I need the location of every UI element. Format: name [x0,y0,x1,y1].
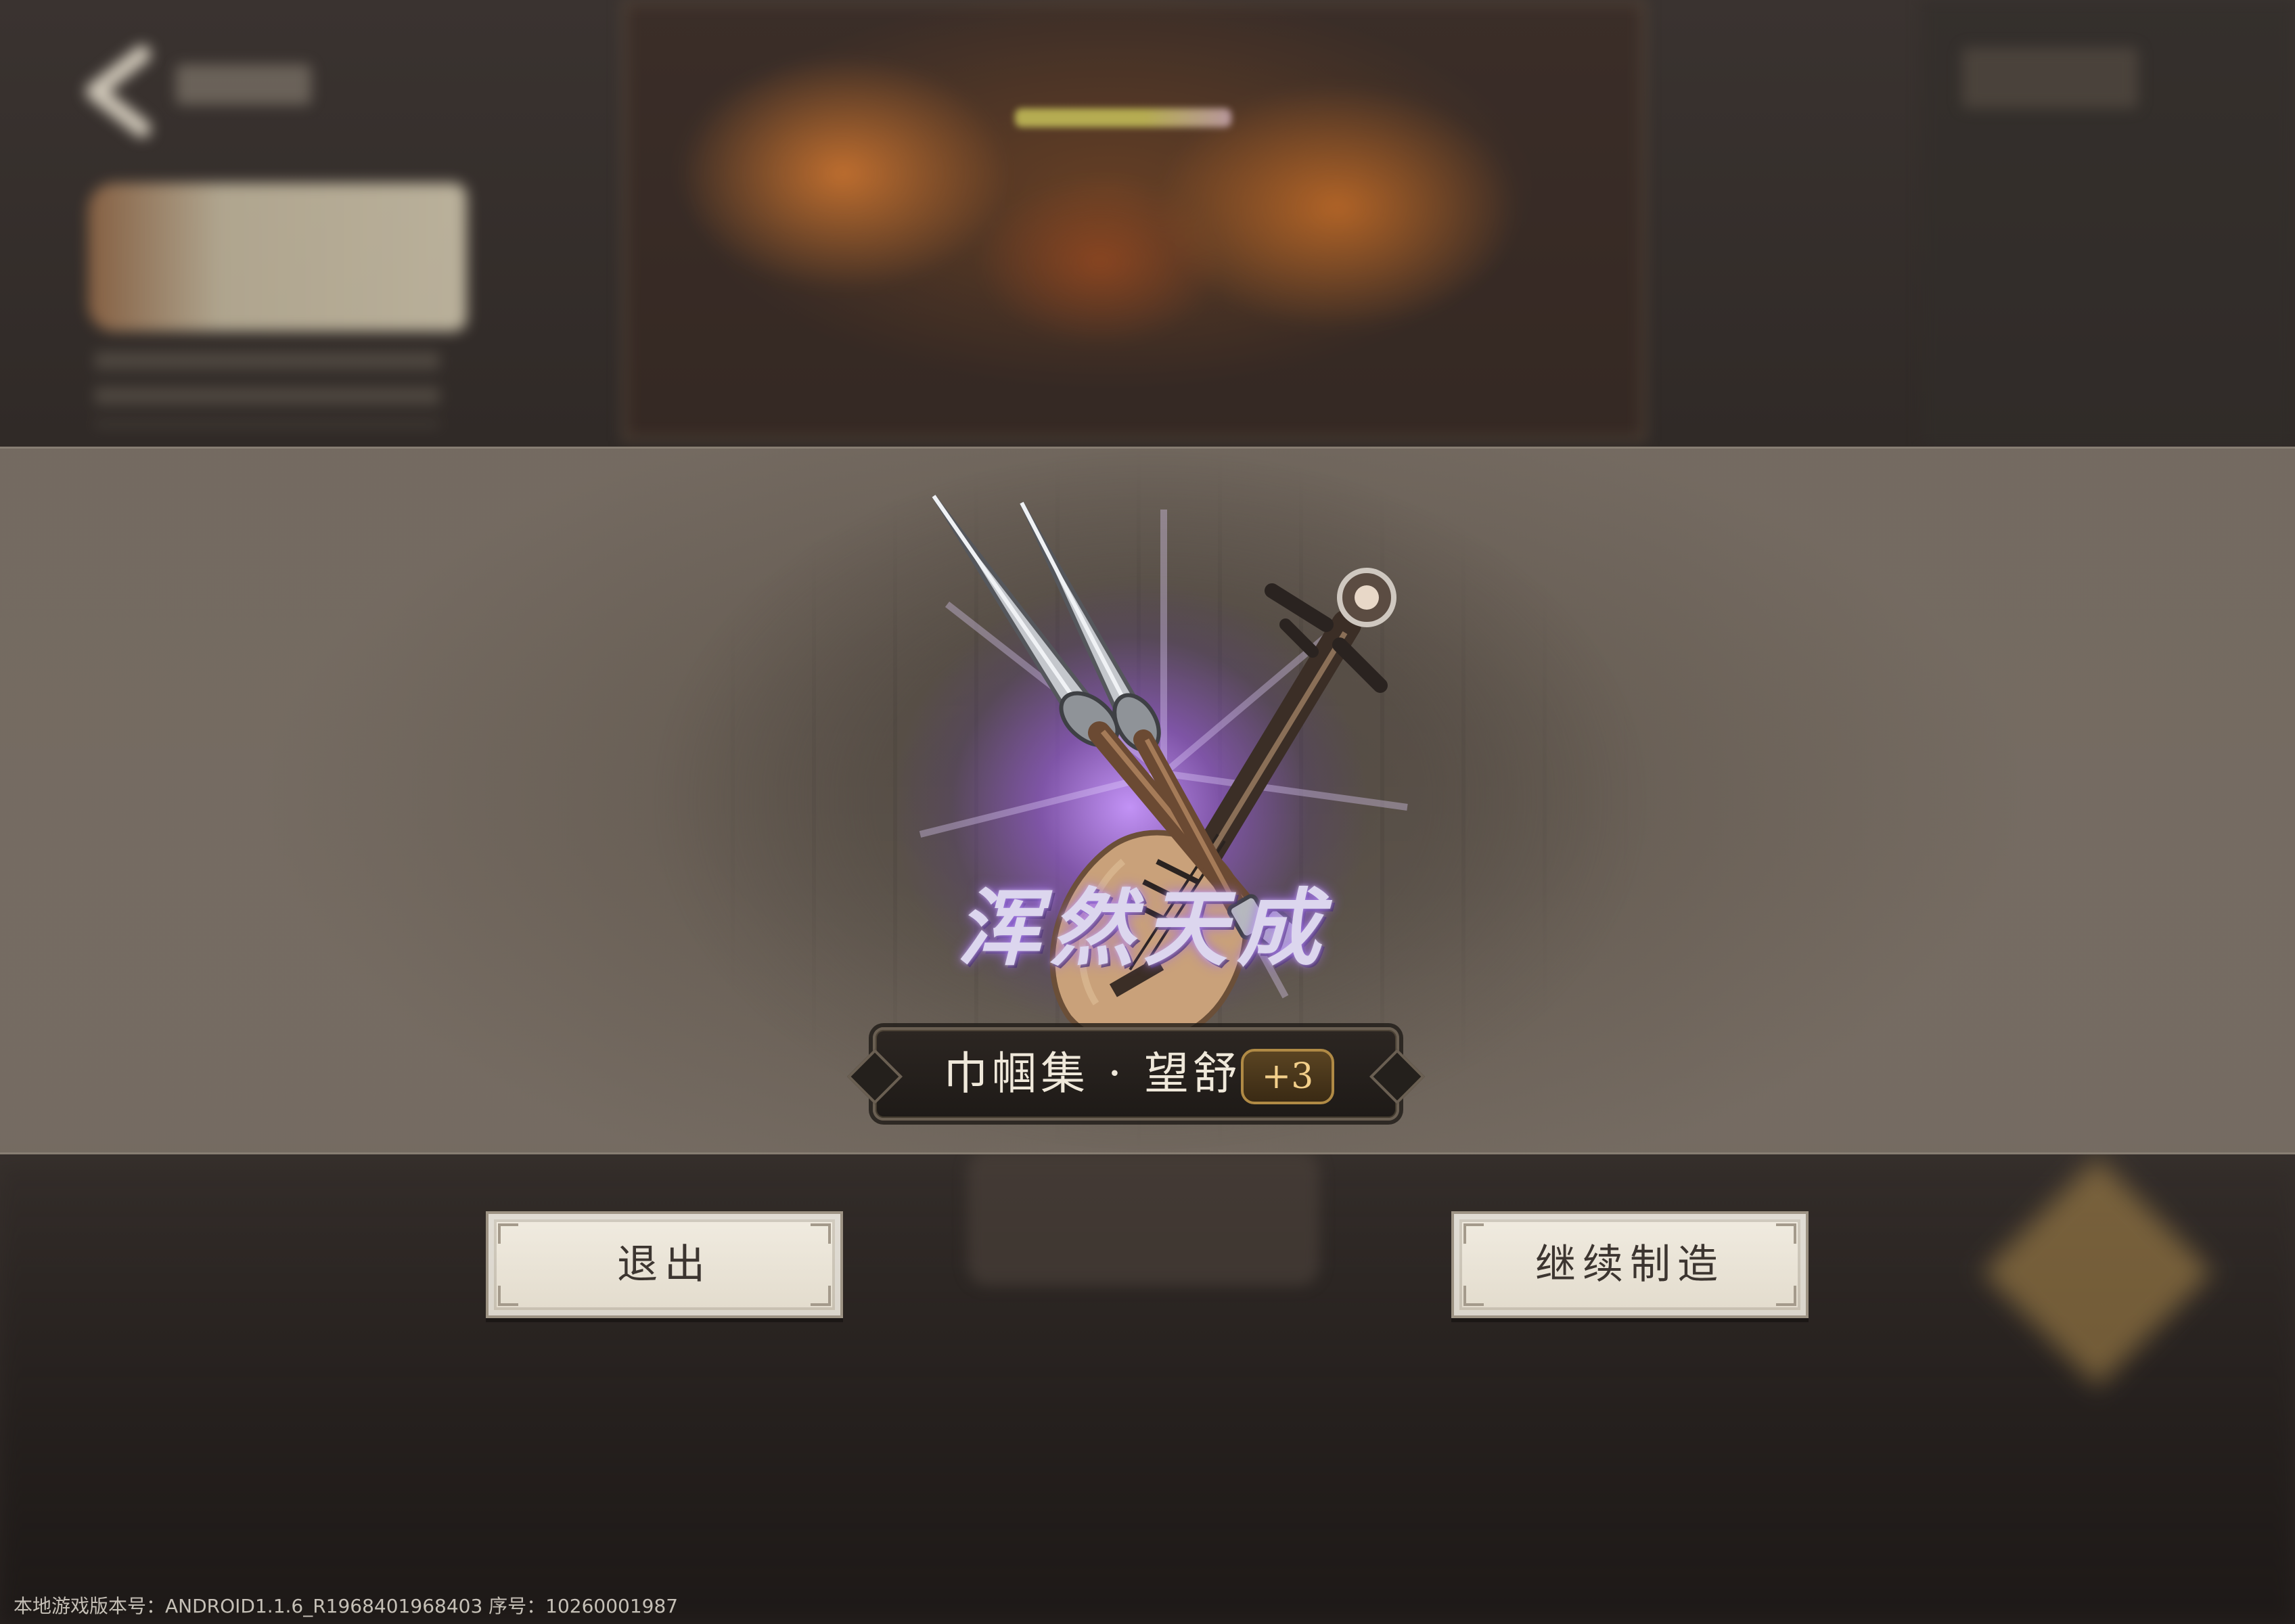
button-corner-ornament [811,1286,831,1306]
crafting-result-screen: 浑然天成 巾帼集 · 望舒 +3 退出 继续制造 本地游戏版本号：ANDROID… [0,0,2295,1624]
background-top-right-button [1962,47,2138,108]
continue-crafting-button[interactable]: 继续制造 [1451,1211,1809,1318]
button-corner-ornament [498,1223,518,1244]
item-name: 巾帼集 · 望舒 [943,1047,1242,1100]
background-bottom-slot [968,1150,1319,1286]
continue-crafting-button-label: 继续制造 [1535,1241,1725,1288]
exit-button-label: 退出 [617,1241,712,1288]
background-forge-scene [622,0,1645,441]
button-corner-ornament [498,1286,518,1306]
exit-button[interactable]: 退出 [486,1211,843,1318]
enhance-level-badge: +3 [1241,1049,1334,1104]
background-title [176,64,311,105]
background-back-icon [86,45,151,137]
background-progress-bar [1015,108,1231,127]
background-info-text [95,352,440,426]
quality-title: 浑然天成 [956,880,1330,978]
background-character-card [88,183,467,332]
button-corner-ornament [1463,1223,1484,1244]
button-corner-ornament [1776,1286,1796,1306]
button-corner-ornament [1463,1286,1484,1306]
version-info: 本地游戏版本号：ANDROID1.1.6_R1968401968403 序号：1… [14,1595,679,1617]
button-corner-ornament [1776,1223,1796,1244]
item-name-plate: 巾帼集 · 望舒 +3 [846,1027,1426,1121]
result-banner: 浑然天成 巾帼集 · 望舒 +3 [0,447,2295,1154]
button-corner-ornament [811,1223,831,1244]
